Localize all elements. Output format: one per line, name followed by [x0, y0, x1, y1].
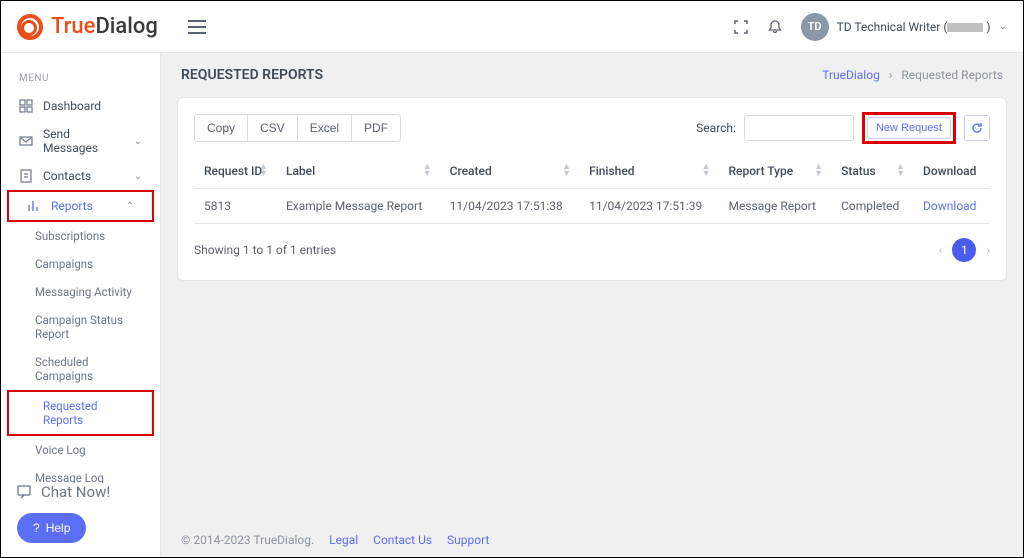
search-input[interactable] [744, 115, 854, 141]
reports-icon [27, 199, 41, 213]
new-request-button[interactable]: New Request [867, 117, 951, 139]
refresh-icon [971, 122, 983, 134]
sidebar-sub-requested-reports[interactable]: Requested Reports [9, 392, 152, 434]
csv-button[interactable]: CSV [248, 115, 298, 141]
cell-status: Completed [831, 189, 913, 224]
reports-card: Copy CSV Excel PDF Search: New Request [177, 97, 1007, 281]
sidebar-sub-campaigns[interactable]: Campaigns [1, 250, 160, 278]
new-request-highlight: New Request [862, 112, 956, 144]
col-request-id[interactable]: Request ID▲▼ [194, 154, 276, 189]
help-label: Help [46, 521, 71, 535]
redacted-text [947, 23, 983, 32]
main-content: REQUESTED REPORTS TrueDialog › Requested… [161, 53, 1023, 557]
logo-mark-icon [17, 14, 43, 40]
logo-true: True [51, 14, 95, 39]
pagination: ‹ 1 › [939, 238, 990, 262]
refresh-button[interactable] [964, 115, 990, 141]
sort-icon: ▲▼ [896, 164, 905, 178]
sidebar-item-label: Send Messages [43, 127, 124, 155]
pdf-button[interactable]: PDF [352, 115, 400, 141]
sidebar-sub-campaign-status[interactable]: Campaign Status Report [1, 306, 160, 348]
col-label[interactable]: Label▲▼ [276, 154, 440, 189]
fullscreen-icon[interactable] [733, 19, 749, 35]
sidebar-item-contacts[interactable]: Contacts ⌄ [1, 162, 160, 190]
help-button[interactable]: ? Help [17, 513, 86, 543]
chevron-up-icon: ⌃ [126, 201, 134, 212]
col-finished[interactable]: Finished▲▼ [579, 154, 718, 189]
send-icon [19, 134, 33, 148]
hamburger-menu-icon[interactable] [188, 20, 206, 34]
sort-icon: ▲▼ [814, 164, 823, 178]
breadcrumb-root[interactable]: TrueDialog [822, 68, 880, 82]
breadcrumb-sep: › [889, 68, 893, 82]
page-title: REQUESTED REPORTS [181, 67, 323, 83]
help-icon: ? [33, 521, 40, 535]
sidebar-sub-subscriptions[interactable]: Subscriptions [1, 222, 160, 250]
sort-icon: ▲▼ [259, 164, 268, 178]
user-name: TD Technical Writer ( ) [837, 20, 991, 34]
sidebar-item-dashboard[interactable]: Dashboard [1, 92, 160, 120]
logo-text: TrueDialog [51, 14, 158, 39]
col-status[interactable]: Status▲▼ [831, 154, 913, 189]
sort-icon: ▲▼ [562, 164, 571, 178]
copy-button[interactable]: Copy [195, 115, 248, 141]
export-button-group: Copy CSV Excel PDF [194, 114, 401, 142]
excel-button[interactable]: Excel [298, 115, 352, 141]
sidebar: MENU Dashboard Send Messages ⌄ Contacts … [1, 53, 161, 557]
cell-label: Example Message Report [276, 189, 440, 224]
page-number[interactable]: 1 [952, 238, 976, 262]
user-menu[interactable]: TD TD Technical Writer ( ) ⌄ [801, 13, 1007, 41]
search-label: Search: [696, 121, 736, 135]
sidebar-item-label: Reports [51, 199, 93, 213]
footer-link-legal[interactable]: Legal [329, 533, 358, 547]
sidebar-item-reports[interactable]: Reports ⌃ [9, 192, 152, 220]
sort-icon: ▲▼ [702, 164, 711, 178]
sidebar-item-send-messages[interactable]: Send Messages ⌄ [1, 120, 160, 162]
cell-request-id: 5813 [194, 189, 276, 224]
sort-icon: ▲▼ [423, 164, 432, 178]
col-report-type[interactable]: Report Type▲▼ [719, 154, 832, 189]
download-link[interactable]: Download [923, 199, 976, 213]
cell-report-type: Message Report [719, 189, 832, 224]
chat-now-label: Chat Now! [41, 483, 110, 501]
breadcrumb: TrueDialog › Requested Reports [822, 68, 1003, 82]
logo[interactable]: TrueDialog [17, 14, 158, 40]
table-row: 5813 Example Message Report 11/04/2023 1… [194, 189, 990, 224]
sidebar-item-label: Contacts [43, 169, 91, 183]
sidebar-sub-messaging-activity[interactable]: Messaging Activity [1, 278, 160, 306]
reports-table: Request ID▲▼ Label▲▼ Created▲▼ Finished▲… [194, 154, 990, 224]
logo-dialog: Dialog [95, 14, 157, 39]
col-download: Download [913, 154, 990, 189]
chevron-down-icon: ⌄ [134, 136, 142, 147]
footer: © 2014-2023 TrueDialog. Legal Contact Us… [161, 523, 1023, 557]
cell-finished: 11/04/2023 17:51:39 [579, 189, 718, 224]
cell-created: 11/04/2023 17:51:38 [440, 189, 579, 224]
menu-label: MENU [1, 63, 160, 92]
footer-link-support[interactable]: Support [447, 533, 489, 547]
chevron-down-icon: ⌄ [999, 21, 1007, 32]
bell-icon[interactable] [767, 19, 783, 35]
contacts-icon [19, 169, 33, 183]
app-header: TrueDialog TD TD Technical Writer ( ) ⌄ [1, 1, 1023, 53]
sidebar-sub-scheduled-campaigns[interactable]: Scheduled Campaigns [1, 348, 160, 390]
sidebar-sub-message-log[interactable]: Message Log [1, 464, 160, 483]
page-prev[interactable]: ‹ [939, 243, 943, 257]
avatar: TD [801, 13, 829, 41]
sidebar-item-label: Dashboard [43, 99, 101, 113]
chat-now[interactable]: Chat Now! [17, 483, 144, 501]
chat-icon [17, 484, 33, 500]
sidebar-sub-voice-log[interactable]: Voice Log [1, 436, 160, 464]
page-next[interactable]: › [986, 243, 990, 257]
footer-link-contact[interactable]: Contact Us [373, 533, 432, 547]
entries-info: Showing 1 to 1 of 1 entries [194, 243, 336, 257]
copyright: © 2014-2023 TrueDialog. [181, 533, 314, 547]
chevron-down-icon: ⌄ [134, 171, 142, 182]
breadcrumb-leaf: Requested Reports [901, 68, 1003, 82]
col-created[interactable]: Created▲▼ [440, 154, 579, 189]
dashboard-icon [19, 99, 33, 113]
